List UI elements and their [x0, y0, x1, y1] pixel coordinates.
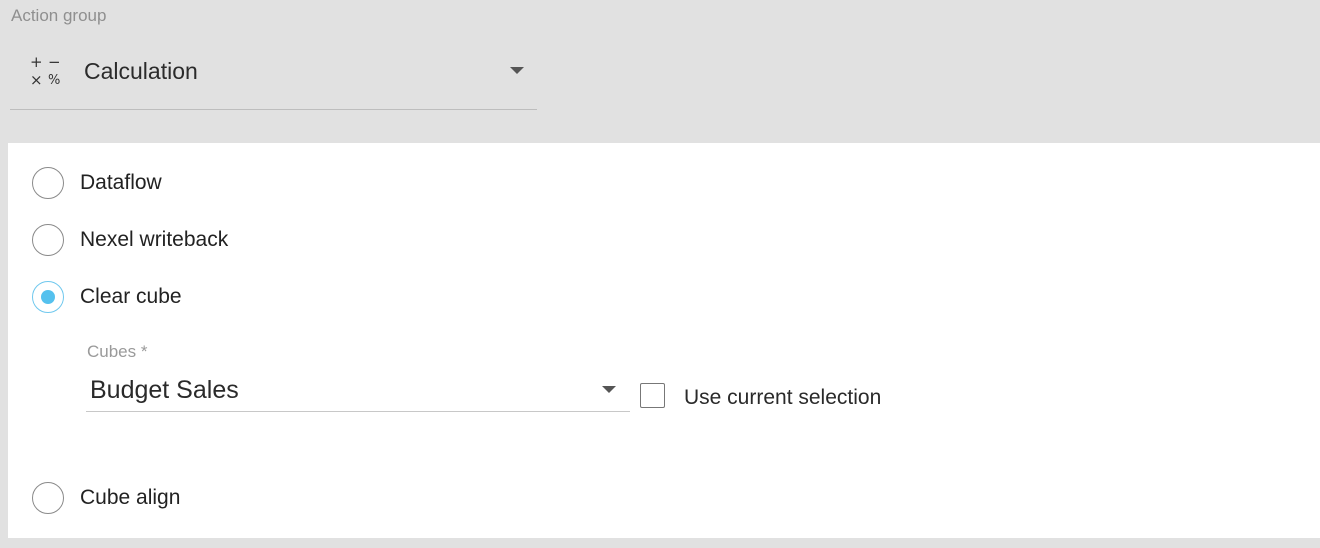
calculator-operators-icon: + − × %	[30, 53, 61, 89]
radio-option-cube-align[interactable]: Cube align	[32, 482, 180, 514]
use-current-selection-label: Use current selection	[684, 385, 882, 409]
radio-button-checked[interactable]	[32, 281, 64, 313]
radio-label: Nexel writeback	[80, 228, 229, 251]
use-current-selection-option[interactable]: Use current selection	[640, 383, 882, 409]
use-current-selection-checkbox[interactable]	[640, 383, 665, 408]
action-group-value: Calculation	[84, 58, 198, 84]
cubes-label: Cubes *	[87, 342, 148, 361]
radio-label: Dataflow	[80, 171, 162, 194]
chevron-down-icon	[602, 386, 616, 393]
action-group-label: Action group	[11, 6, 107, 25]
cubes-value: Budget Sales	[90, 376, 239, 404]
action-options-panel: Dataflow Nexel writeback Clear cube Cube…	[8, 143, 1320, 538]
radio-button[interactable]	[32, 224, 64, 256]
radio-button[interactable]	[32, 167, 64, 199]
radio-option-nexel-writeback[interactable]: Nexel writeback	[32, 224, 228, 256]
radio-option-clear-cube[interactable]: Clear cube	[32, 281, 182, 313]
radio-label: Clear cube	[80, 285, 182, 308]
radio-button[interactable]	[32, 482, 64, 514]
action-group-select[interactable]: + − × % Calculation	[10, 42, 537, 110]
action-editor: Action group + − × % Calculation Dataflo…	[0, 0, 1320, 548]
radio-label: Cube align	[80, 486, 181, 509]
radio-option-dataflow[interactable]: Dataflow	[32, 167, 162, 199]
chevron-down-icon	[510, 67, 524, 74]
cubes-select[interactable]: Budget Sales	[86, 370, 630, 412]
